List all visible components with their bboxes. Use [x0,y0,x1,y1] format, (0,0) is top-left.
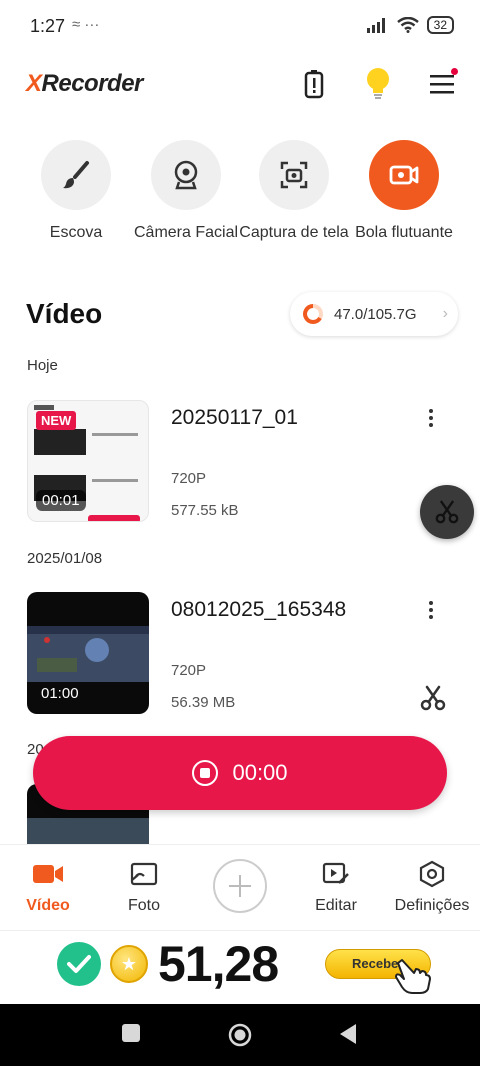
signal-icon [366,18,385,33]
notification-dot [451,68,458,75]
check-icon [57,942,101,986]
video-item[interactable]: 01:00 08012025_165348 720P 56.39 MB [27,592,457,716]
storage-ring-icon [303,304,323,324]
new-badge: NEW [36,411,77,430]
notification-icons: ≈ ··· [72,16,100,33]
group-label-date: 2025/01/08 [27,550,103,567]
nav-photo[interactable]: Foto [96,859,192,915]
status-bar: 1:27 ≈ ··· 32 [0,0,480,52]
screenshot-icon [280,161,308,189]
nav-settings-label: Definições [394,897,470,914]
battery-saver-button[interactable] [296,66,332,102]
reward-amount: 51,28 [158,936,279,992]
floating-ball-icon [389,165,419,185]
app-header: XRecorder [0,62,480,106]
video-resolution: 720P [171,662,207,679]
tool-brush-label: Escova [49,224,103,241]
app-logo: XRecorder [26,70,143,98]
tool-floating-ball-label: Bola flutuante [355,224,453,241]
stop-record-icon [192,760,219,786]
stop-square [200,768,211,778]
video-duration: 01:00 [41,685,79,702]
video-name[interactable]: 20250117_01 [171,406,298,430]
video-size: 56.39 MB [171,694,236,711]
group-label-today: Hoje [27,357,58,374]
dot [429,601,433,605]
battery-indicator: 32 [426,16,454,34]
lightbulb-icon [367,68,389,99]
video-resolution: 720P [171,470,207,487]
scissors-icon[interactable] [419,684,447,712]
storage-chip[interactable]: 47.0/105.7G › [290,292,458,336]
scissors-icon [435,500,459,524]
webcam-icon [174,160,198,190]
system-nav-bar [0,1004,480,1066]
nav-settings[interactable]: Definições [384,859,480,915]
video-thumbnail[interactable]: 01:00 [27,592,149,714]
back-icon[interactable] [338,1023,358,1045]
dot [429,423,433,427]
hamburger-menu-icon [430,75,454,94]
wifi-icon [396,17,419,33]
tool-face-camera-label: Câmera Facial [133,224,239,241]
plus-icon [229,875,251,897]
recents-icon[interactable] [121,1023,141,1043]
reward-banner: ★ 51,28 Recebe [0,930,480,1004]
pointing-hand-icon [395,959,431,994]
settings-hexagon-icon [419,860,445,888]
video-name[interactable]: 08012025_165348 [171,598,346,622]
video-size: 577.55 kB [171,502,239,519]
tool-screenshot[interactable]: Captura de tela [234,140,354,244]
add-button[interactable] [213,859,267,913]
tool-floating-ball-circle [369,140,439,210]
video-item[interactable]: NEW 00:01 20250117_01 720P 577.55 kB [27,400,457,524]
logo-text: Recorder [41,70,144,97]
dot [429,615,433,619]
floating-ball-button[interactable] [420,485,474,539]
chevron-right-icon: › [442,305,448,322]
tool-screenshot-circle [259,140,329,210]
tool-face-camera-circle [151,140,221,210]
section-title: Vídeo [26,298,103,329]
dot [429,416,433,420]
brush-icon [63,161,89,189]
bottom-nav: Vídeo Foto Editar Definições [0,844,480,930]
video-thumbnail[interactable]: NEW 00:01 [27,400,149,522]
battery-alert-icon [304,70,324,99]
record-time: 00:00 [232,760,288,785]
menu-button[interactable] [424,66,460,102]
video-duration: 00:01 [36,490,86,511]
dot [429,409,433,413]
tool-face-camera[interactable]: Câmera Facial [126,140,246,244]
video-camera-icon [33,865,63,883]
home-icon[interactable] [228,1023,252,1047]
quick-tools: Escova Câmera Facial Captura de tela Bol… [0,140,480,270]
status-right: 32 [366,16,454,34]
dot [429,608,433,612]
nav-edit-label: Editar [315,897,357,914]
checkmark-icon [67,955,91,973]
record-button[interactable]: 00:00 [33,736,447,810]
nav-edit[interactable]: Editar [288,859,384,915]
photo-icon [130,862,158,886]
status-time: 1:27 [30,16,66,36]
tips-button[interactable] [360,66,396,102]
storage-text: 47.0/105.7G [334,305,417,323]
more-options-button[interactable] [419,406,443,430]
edit-video-icon [322,862,349,884]
tool-brush[interactable]: Escova [16,140,136,244]
tool-screenshot-label: Captura de tela [239,224,349,241]
nav-photo-label: Foto [127,897,160,914]
nav-video[interactable]: Vídeo [0,859,96,915]
tool-brush-circle [41,140,111,210]
coin-icon: ★ [110,945,148,983]
tool-floating-ball[interactable]: Bola flutuante [344,140,464,244]
nav-video-label: Vídeo [26,897,70,914]
more-options-button[interactable] [419,598,443,622]
logo-x: X [26,70,42,97]
